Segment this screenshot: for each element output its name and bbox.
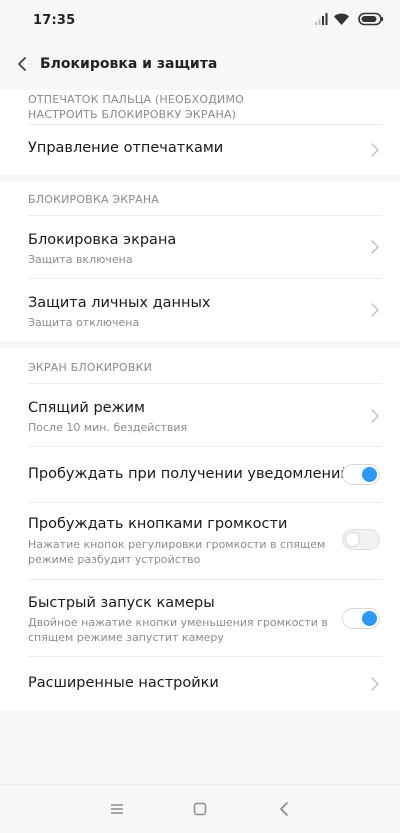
toggle-knob <box>362 611 377 626</box>
signal-icon <box>315 13 328 25</box>
menu-icon[interactable] <box>107 800 127 818</box>
section-screen-lock: БЛОКИРОВКА ЭКРАНА Блокировка экрана Защи… <box>0 181 400 341</box>
list-item-fingerprint-management[interactable]: Управление отпечатками <box>0 125 400 175</box>
row-subtitle: Двойное нажатие кнопки уменьшения громко… <box>28 616 328 644</box>
row-subtitle: Защита включена <box>28 253 133 266</box>
chevron-left-icon <box>18 57 26 71</box>
section-header: БЛОКИРОВКА ЭКРАНА <box>28 193 160 206</box>
list-item-wake-on-volume-keys[interactable]: Пробуждать кнопками громкости Нажатие кн… <box>0 503 400 579</box>
row-title: Расширенные настройки <box>28 675 219 691</box>
toggle-knob <box>345 532 360 547</box>
row-title: Спящий режим <box>28 400 145 416</box>
toggle-knob <box>362 467 377 482</box>
list-item-wake-on-notifications[interactable]: Пробуждать при получении уведомлений <box>0 447 400 502</box>
list-item-privacy-protection[interactable]: Защита личных данных Защита отключена <box>0 279 400 341</box>
battery-icon <box>358 12 384 26</box>
status-bar: 17:35 <box>0 0 400 40</box>
toggle-quick-camera-launch[interactable] <box>342 608 380 629</box>
section-header: ОТПЕЧАТОК ПАЛЬЦА (НЕОБХОДИМО НАСТРОИТЬ Б… <box>28 93 245 121</box>
section-lock-screen: ЭКРАН БЛОКИРОВКИ Спящий режим После 10 м… <box>0 348 400 710</box>
toggle-wake-on-notifications[interactable] <box>342 464 380 485</box>
list-item-sleep-mode[interactable]: Спящий режим После 10 мин. бездействия <box>0 384 400 446</box>
row-title: Быстрый запуск камеры <box>28 595 215 611</box>
back-button[interactable] <box>8 50 36 78</box>
wifi-icon <box>334 13 349 25</box>
screen: 17:35 Блокировка и защита ОТПЕЧАТОК ПАЛЬ… <box>0 0 400 833</box>
back-icon[interactable] <box>274 800 294 818</box>
list-item-quick-camera-launch[interactable]: Быстрый запуск камеры Двойное нажатие кн… <box>0 580 400 656</box>
chevron-right-icon <box>371 677 379 691</box>
section-header: ЭКРАН БЛОКИРОВКИ <box>28 361 153 374</box>
section-fingerprint: ОТПЕЧАТОК ПАЛЬЦА (НЕОБХОДИМО НАСТРОИТЬ Б… <box>0 90 400 175</box>
chevron-right-icon <box>371 240 379 254</box>
row-title: Управление отпечатками <box>28 140 224 156</box>
row-title: Пробуждать при получении уведомлений <box>28 466 350 482</box>
header: Блокировка и защита <box>0 40 400 90</box>
nav-bar <box>0 784 400 833</box>
row-subtitle: Нажатие кнопок регулировки громкости в с… <box>28 538 326 566</box>
row-subtitle: После 10 мин. бездействия <box>28 421 188 434</box>
toggle-wake-on-volume-keys[interactable] <box>342 529 380 550</box>
row-title: Блокировка экрана <box>28 232 177 248</box>
home-icon[interactable] <box>190 800 210 818</box>
list-item-screen-lock[interactable]: Блокировка экрана Защита включена <box>0 216 400 278</box>
status-time: 17:35 <box>33 13 76 28</box>
row-subtitle: Защита отключена <box>28 316 140 329</box>
list-item-advanced-settings[interactable]: Расширенные настройки <box>0 657 400 710</box>
chevron-right-icon <box>371 409 379 423</box>
row-title: Пробуждать кнопками громкости <box>28 516 288 532</box>
page-title: Блокировка и защита <box>40 56 218 72</box>
row-title: Защита личных данных <box>28 295 211 311</box>
chevron-right-icon <box>371 143 379 157</box>
chevron-right-icon <box>371 303 379 317</box>
